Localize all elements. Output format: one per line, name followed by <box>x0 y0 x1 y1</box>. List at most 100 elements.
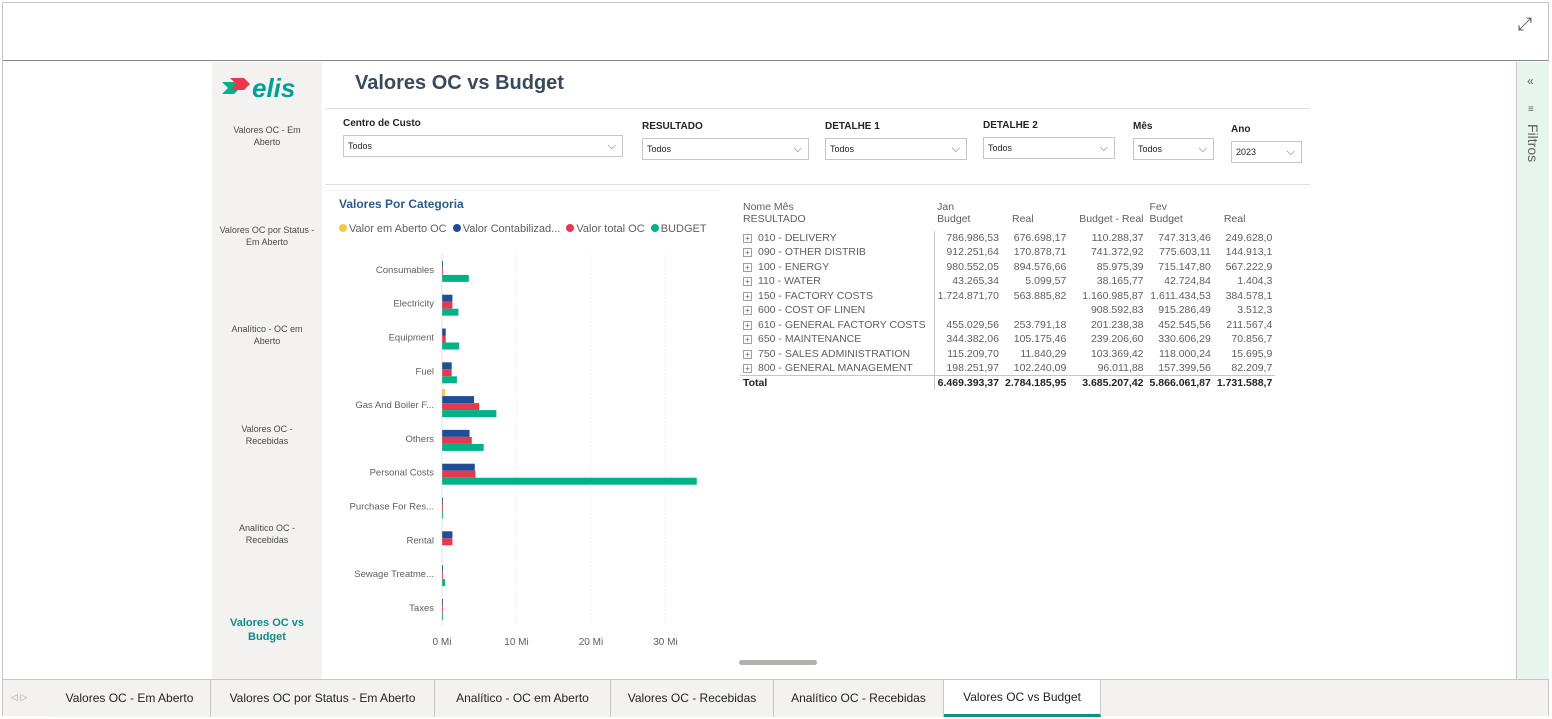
nav-item-valores-recebidas[interactable]: Valores OC - Recebidas <box>226 423 308 447</box>
table-cell: 908.592,83 <box>1090 304 1144 317</box>
table-cell: 103.369,42 <box>1090 347 1144 360</box>
row-header[interactable]: +010 - DELIVERY <box>740 231 934 246</box>
x-tick-label: 10 Mi <box>504 637 528 648</box>
tab-analitico-em-aberto[interactable]: Analítico - OC em Aberto <box>435 680 611 717</box>
chevron-left-icon[interactable]: « <box>1527 74 1534 88</box>
row-header[interactable]: +610 - GENERAL FACTORY COSTS <box>740 318 934 333</box>
expand-row-icon[interactable]: + <box>743 233 752 243</box>
tab-valores-recebidas[interactable]: Valores OC - Recebidas <box>611 680 774 717</box>
bar[interactable] <box>442 362 452 370</box>
row-header[interactable]: +150 - FACTORY COSTS <box>740 289 934 304</box>
row-header[interactable]: +600 - COST OF LINEN <box>740 303 934 318</box>
bar[interactable] <box>442 531 453 539</box>
horizontal-scrollbar[interactable] <box>739 660 817 665</box>
column-header[interactable]: Budget <box>1147 213 1214 231</box>
tab-valores-em-aberto[interactable]: Valores OC - Em Aberto <box>49 680 211 717</box>
column-header[interactable]: Real <box>1214 213 1275 231</box>
detalhe-1-dropdown[interactable]: Todos ⌵ <box>825 138 967 160</box>
resultado-dropdown[interactable]: Todos ⌵ <box>642 138 809 160</box>
table-row: +010 - DELIVERY 786.986,53 676.698,17 110.2… <box>740 230 1275 246</box>
table-cell: 915.286,49 <box>1158 304 1211 317</box>
table-cell: 567.222,9 <box>1225 260 1273 273</box>
expand-row-icon[interactable]: + <box>743 364 752 373</box>
column-header[interactable]: Real <box>1002 213 1069 231</box>
nav-item-analitico-recebidas[interactable]: Analítico OC - Recebidas <box>226 522 308 546</box>
row-header[interactable]: +800 - GENERAL MANAGEMENT <box>740 361 934 376</box>
slicer-detalhe-2: DETALHE 2 Todos ⌵ <box>983 120 1115 159</box>
nav-item-valores-em-aberto[interactable]: Valores OC - Em Aberto <box>222 124 312 148</box>
expand-row-icon[interactable]: + <box>743 262 752 272</box>
bar[interactable] <box>442 477 697 485</box>
bar[interactable] <box>442 376 457 384</box>
detalhe-2-dropdown[interactable]: Todos ⌵ <box>983 137 1115 159</box>
bar[interactable] <box>442 470 476 478</box>
bar[interactable] <box>442 308 459 316</box>
tab-analitico-recebidas[interactable]: Analítico OC - Recebidas <box>774 680 944 717</box>
row-header[interactable]: +090 - OTHER DISTRIB <box>740 245 934 260</box>
expand-row-icon[interactable]: + <box>743 306 752 316</box>
bar[interactable] <box>442 410 497 418</box>
column-header[interactable]: Budget - Real <box>1069 213 1146 231</box>
centro-de-custo-dropdown[interactable]: Todos ⌵ <box>343 135 623 157</box>
expand-row-icon[interactable]: + <box>743 320 752 330</box>
bar[interactable] <box>442 389 445 397</box>
nav-item-analitico-em-aberto[interactable]: Analítico - OC em Aberto <box>226 323 308 347</box>
column-header[interactable]: Fev <box>1147 198 1214 213</box>
expand-row-icon[interactable]: + <box>743 335 752 345</box>
column-header[interactable]: Budget <box>934 213 1002 231</box>
table-row: +150 - FACTORY COSTS 1.724.871,70 563.885,… <box>740 288 1275 304</box>
bar[interactable] <box>442 294 453 302</box>
bar[interactable] <box>442 396 475 404</box>
tab-valores-vs-budget[interactable]: Valores OC vs Budget <box>944 680 1101 717</box>
mes-dropdown[interactable]: Todos ⌵ <box>1133 138 1214 160</box>
bar[interactable] <box>442 436 472 444</box>
matrix-header-row: Nome Mês Jan Fev <box>740 198 1275 213</box>
bar[interactable] <box>442 369 452 377</box>
bar[interactable] <box>442 538 453 546</box>
table-cell: 6.469.393,37 <box>933 375 1002 390</box>
row-header[interactable]: +100 - ENERGY <box>740 260 934 275</box>
expand-row-icon[interactable]: + <box>743 248 752 258</box>
column-header[interactable]: RESULTADO <box>740 213 934 231</box>
filters-pane: « ≡ Filtros <box>1516 62 1549 679</box>
nav-item-valores-vs-budget[interactable]: Valores OC vs Budget <box>226 616 308 644</box>
nav-item-valores-status[interactable]: Valores OC por Status - Em Aberto <box>216 224 318 248</box>
bar[interactable] <box>442 274 469 282</box>
bar[interactable] <box>442 335 446 343</box>
bar[interactable] <box>442 463 475 471</box>
bar[interactable] <box>442 579 445 587</box>
legend-item[interactable]: BUDGET <box>650 223 707 235</box>
legend-dot <box>566 224 575 232</box>
bar[interactable] <box>442 403 480 411</box>
filters-label[interactable]: Filtros <box>1525 124 1541 162</box>
expand-row-icon[interactable]: + <box>743 349 752 359</box>
expand-row-icon[interactable]: + <box>743 277 752 287</box>
row-header[interactable]: +750 - SALES ADMINISTRATION <box>740 347 934 362</box>
x-tick-label: 0 Mi <box>433 637 452 648</box>
legend-label: Valor Contabilizad... <box>462 223 561 235</box>
ano-dropdown[interactable]: 2023 ⌵ <box>1231 141 1302 163</box>
legend-item[interactable]: Valor Contabilizad... <box>452 223 561 235</box>
dropdown-value: 2023 <box>1236 147 1257 157</box>
column-header[interactable]: Nome Mês <box>740 198 934 213</box>
bar[interactable] <box>442 328 446 336</box>
category-label: Consumables <box>376 265 434 276</box>
legend-item[interactable]: Valor total OC <box>566 223 645 235</box>
legend-item[interactable]: Valor em Aberto OC <box>339 223 447 235</box>
table-cell: 43.265,34 <box>933 274 1002 289</box>
row-header[interactable]: +110 - WATER <box>740 274 934 289</box>
expand-icon[interactable]: ⤢ <box>1514 13 1536 35</box>
slicer-detalhe-1: DETALHE 1 Todos ⌵ <box>825 121 967 160</box>
table-cell: 102.240,09 <box>1013 362 1067 374</box>
bar[interactable] <box>442 443 484 451</box>
column-header[interactable]: Jan <box>934 198 1002 213</box>
bar[interactable] <box>442 342 460 350</box>
row-header[interactable]: +650 - MAINTENANCE <box>740 332 934 347</box>
bar[interactable] <box>442 301 453 309</box>
table-row: +750 - SALES ADMINISTRATION 115.209,70 11.… <box>740 346 1275 362</box>
tab-nav-arrows-icon[interactable]: ◁ ▷ <box>11 692 27 703</box>
expand-row-icon[interactable]: + <box>743 291 752 301</box>
bar[interactable] <box>442 429 470 437</box>
tab-valores-status[interactable]: Valores OC por Status - Em Aberto <box>211 680 435 717</box>
table-cell: 894.576,66 <box>1013 260 1067 273</box>
